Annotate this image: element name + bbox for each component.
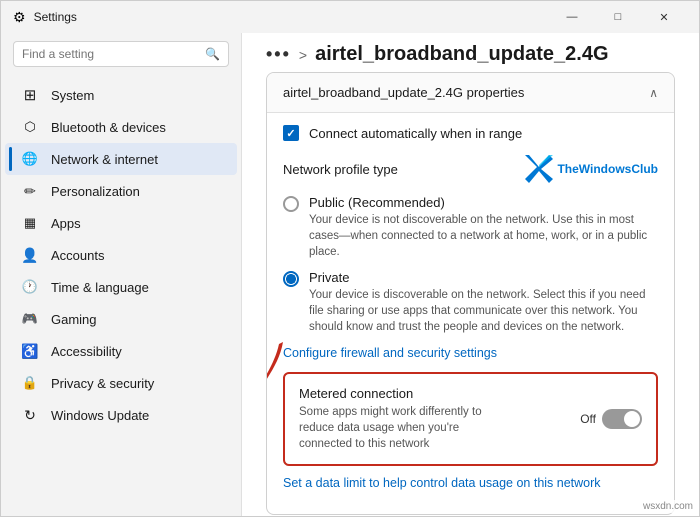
properties-card: airtel_broadband_update_2.4G properties …	[266, 72, 675, 515]
sidebar-item-label: Personalization	[51, 184, 140, 199]
metered-connection-box: Metered connection Some apps might work …	[283, 372, 658, 466]
sidebar-item-label: Apps	[51, 216, 81, 231]
privacy-icon: 🔒	[21, 374, 39, 392]
sidebar-item-label: Bluetooth & devices	[51, 120, 166, 135]
private-title: Private	[309, 270, 658, 285]
title-bar-left: ⚙ Settings	[13, 9, 77, 26]
metered-toggle[interactable]: Off	[580, 409, 642, 429]
bluetooth-icon: ⬡	[21, 118, 39, 136]
profile-type-row: Network profile type TheWindowsClub	[283, 155, 658, 183]
right-panel: ••• > airtel_broadband_update_2.4G airte…	[241, 33, 699, 516]
sidebar: 🔍 ⊞ System ⬡ Bluetooth & devices 🌐 Netwo…	[1, 33, 241, 516]
properties-header: airtel_broadband_update_2.4G properties …	[267, 73, 674, 113]
sidebar-item-accounts[interactable]: 👤 Accounts	[5, 239, 237, 271]
properties-body: Connect automatically when in range Netw…	[267, 113, 674, 514]
sidebar-item-gaming[interactable]: 🎮 Gaming	[5, 303, 237, 335]
sidebar-item-bluetooth[interactable]: ⬡ Bluetooth & devices	[5, 111, 237, 143]
public-radio[interactable]	[283, 196, 299, 212]
search-icon: 🔍	[205, 47, 220, 61]
gaming-icon: 🎮	[21, 310, 39, 328]
watermark-logo: TheWindowsClub	[525, 155, 658, 183]
sidebar-item-update[interactable]: ↻ Windows Update	[5, 399, 237, 431]
breadcrumb-title: airtel_broadband_update_2.4G	[315, 43, 608, 66]
sidebar-item-network[interactable]: 🌐 Network & internet	[5, 143, 237, 175]
watermark-text: TheWindowsClub	[557, 162, 658, 176]
window-title: Settings	[34, 10, 77, 24]
watermark-x-icon	[525, 155, 553, 183]
title-bar: ⚙ Settings — □ ✕	[1, 1, 699, 33]
radio-section: Public (Recommended) Your device is not …	[283, 195, 658, 336]
sidebar-item-privacy[interactable]: 🔒 Privacy & security	[5, 367, 237, 399]
breadcrumb: ••• > airtel_broadband_update_2.4G	[242, 33, 699, 72]
chevron-up-icon[interactable]: ∧	[649, 86, 658, 100]
metered-section: Metered connection Some apps might work …	[283, 372, 658, 466]
minimize-button[interactable]: —	[549, 1, 595, 33]
toggle-thumb	[624, 411, 640, 427]
sidebar-item-label: Gaming	[51, 312, 97, 327]
sidebar-item-time[interactable]: 🕐 Time & language	[5, 271, 237, 303]
settings-window: ⚙ Settings — □ ✕ 🔍 ⊞ System ⬡ Bluetooth …	[0, 0, 700, 517]
firewall-link[interactable]: Configure firewall and security settings	[283, 346, 658, 360]
accounts-icon: 👤	[21, 246, 39, 264]
sidebar-item-label: Accessibility	[51, 344, 122, 359]
private-desc: Your device is discoverable on the netwo…	[309, 287, 658, 335]
main-content: 🔍 ⊞ System ⬡ Bluetooth & devices 🌐 Netwo…	[1, 33, 699, 516]
red-arrow	[266, 332, 313, 442]
private-option[interactable]: Private Your device is discoverable on t…	[283, 270, 658, 335]
personalization-icon: ✏	[21, 182, 39, 200]
breadcrumb-separator: >	[299, 47, 307, 63]
sidebar-item-personalization[interactable]: ✏ Personalization	[5, 175, 237, 207]
auto-connect-label: Connect automatically when in range	[309, 126, 522, 141]
sidebar-item-label: Windows Update	[51, 408, 149, 423]
data-limit-link[interactable]: Set a data limit to help control data us…	[283, 476, 658, 490]
public-option[interactable]: Public (Recommended) Your device is not …	[283, 195, 658, 260]
update-icon: ↻	[21, 406, 39, 424]
metered-title: Metered connection	[299, 386, 499, 401]
metered-desc: Some apps might work differently to redu…	[299, 404, 499, 452]
sidebar-item-system[interactable]: ⊞ System	[5, 79, 237, 111]
toggle-track[interactable]	[602, 409, 642, 429]
maximize-button[interactable]: □	[595, 1, 641, 33]
properties-header-title: airtel_broadband_update_2.4G properties	[283, 85, 524, 100]
public-desc: Your device is not discoverable on the n…	[309, 212, 658, 260]
profile-type-label: Network profile type	[283, 162, 398, 177]
network-icon: 🌐	[21, 150, 39, 168]
content-area: airtel_broadband_update_2.4G properties …	[242, 72, 699, 516]
public-content: Public (Recommended) Your device is not …	[309, 195, 658, 260]
sidebar-item-apps[interactable]: ▦ Apps	[5, 207, 237, 239]
close-button[interactable]: ✕	[641, 1, 687, 33]
toggle-label: Off	[580, 412, 596, 426]
title-bar-controls: — □ ✕	[549, 1, 687, 33]
sidebar-item-label: Accounts	[51, 248, 104, 263]
auto-connect-row: Connect automatically when in range	[283, 125, 658, 141]
breadcrumb-dots[interactable]: •••	[266, 44, 291, 65]
metered-left: Metered connection Some apps might work …	[299, 386, 499, 452]
sidebar-item-label: Time & language	[51, 280, 149, 295]
sidebar-item-label: Network & internet	[51, 152, 158, 167]
system-icon: ⊞	[21, 86, 39, 104]
public-title: Public (Recommended)	[309, 195, 658, 210]
time-icon: 🕐	[21, 278, 39, 296]
corner-watermark: wsxdn.com	[640, 500, 696, 513]
apps-icon: ▦	[21, 214, 39, 232]
sidebar-item-label: System	[51, 88, 94, 103]
private-content: Private Your device is discoverable on t…	[309, 270, 658, 335]
private-radio[interactable]	[283, 271, 299, 287]
accessibility-icon: ♿	[21, 342, 39, 360]
auto-connect-checkbox[interactable]	[283, 125, 299, 141]
search-input[interactable]	[22, 47, 199, 61]
search-box[interactable]: 🔍	[13, 41, 229, 67]
app-icon: ⚙	[13, 9, 26, 26]
sidebar-item-accessibility[interactable]: ♿ Accessibility	[5, 335, 237, 367]
sidebar-item-label: Privacy & security	[51, 376, 154, 391]
